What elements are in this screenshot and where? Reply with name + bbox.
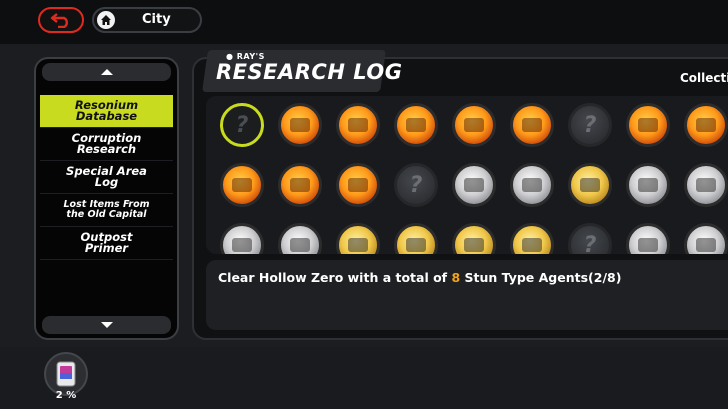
medal-badge[interactable] xyxy=(452,163,496,207)
medal-badge[interactable] xyxy=(278,223,322,254)
sidebar-item-label: Primer xyxy=(84,241,129,255)
medal-badge[interactable] xyxy=(684,223,728,254)
question-mark-icon: ? xyxy=(409,172,423,198)
medal-emblem-icon xyxy=(290,238,310,252)
medal-badge[interactable] xyxy=(220,223,264,254)
medal-emblem-icon xyxy=(290,178,310,192)
home-icon xyxy=(97,11,115,29)
sidebar-item-corruption-research[interactable]: Corruption Research xyxy=(40,128,173,161)
medal-badge[interactable] xyxy=(626,163,670,207)
medal-emblem-icon xyxy=(638,118,658,132)
medal-emblem-icon xyxy=(638,238,658,252)
bottom-strip xyxy=(0,347,728,409)
description-suffix: Stun Type Agents(2/8) xyxy=(460,270,622,285)
medal-badge[interactable] xyxy=(510,223,554,254)
medal-description: Clear Hollow Zero with a total of 8 Stun… xyxy=(218,270,621,285)
medal-emblem-icon xyxy=(696,238,716,252)
medal-badge[interactable] xyxy=(568,163,612,207)
medal-emblem-icon xyxy=(406,118,426,132)
question-mark-icon: ? xyxy=(235,112,249,138)
medal-emblem-icon xyxy=(348,178,368,192)
medal-emblem-icon xyxy=(406,238,426,252)
medal-emblem-icon xyxy=(290,118,310,132)
description-number: 8 xyxy=(451,270,461,285)
medal-badge[interactable] xyxy=(278,163,322,207)
category-menu: Resonium Database Corruption Research Spec… xyxy=(40,95,173,260)
medal-badge[interactable] xyxy=(336,223,380,254)
scroll-up-button[interactable] xyxy=(42,63,171,81)
sidebar-item-resonium-database[interactable]: Resonium Database xyxy=(40,95,173,128)
medal-badge[interactable] xyxy=(394,223,438,254)
medal-badge[interactable] xyxy=(452,223,496,254)
medal-badge[interactable] xyxy=(394,103,438,147)
medal-emblem-icon xyxy=(638,178,658,192)
medal-emblem-icon xyxy=(580,178,600,192)
sidebar-item-label: Log xyxy=(94,175,119,189)
medal-badge[interactable] xyxy=(684,163,728,207)
chevron-down-icon xyxy=(100,322,113,328)
sidebar-item-label: the Old Capital xyxy=(66,209,147,220)
medal-emblem-icon xyxy=(232,238,252,252)
medal-badge[interactable] xyxy=(278,103,322,147)
medal-emblem-icon xyxy=(522,238,542,252)
locked-medal[interactable]: ? xyxy=(568,103,612,147)
medal-badge[interactable] xyxy=(336,103,380,147)
medal-emblem-icon xyxy=(464,238,484,252)
question-mark-icon: ? xyxy=(583,232,597,255)
medal-badge[interactable] xyxy=(452,103,496,147)
medal-emblem-icon xyxy=(696,178,716,192)
question-mark-icon: ? xyxy=(583,112,597,138)
sidebar-item-special-area-log[interactable]: Special Area Log xyxy=(40,161,173,194)
medal-badge[interactable] xyxy=(626,103,670,147)
medal-emblem-icon xyxy=(348,118,368,132)
description-prefix: Clear Hollow Zero with a total of xyxy=(218,270,452,285)
medal-emblem-icon xyxy=(464,118,484,132)
locked-medal[interactable]: ? xyxy=(220,103,264,147)
medal-grid: ???? xyxy=(206,96,728,254)
medal-emblem-icon xyxy=(232,178,252,192)
sidebar-item-lost-items[interactable]: Lost Items From the Old Capital xyxy=(40,194,173,227)
back-arrow-icon xyxy=(50,13,68,28)
location-label: City xyxy=(142,12,171,27)
location-pill[interactable]: City xyxy=(92,7,202,33)
locked-medal[interactable]: ? xyxy=(568,223,612,254)
medal-emblem-icon xyxy=(348,238,368,252)
sidebar-item-label: Research xyxy=(76,142,137,156)
medal-badge[interactable] xyxy=(510,163,554,207)
medal-badge[interactable] xyxy=(220,163,264,207)
category-sidebar: Resonium Database Corruption Research Spec… xyxy=(34,57,179,340)
locked-medal[interactable]: ? xyxy=(394,163,438,207)
sidebar-item-outpost-primer[interactable]: Outpost Primer xyxy=(40,227,173,260)
back-button[interactable] xyxy=(38,7,84,33)
medal-badge[interactable] xyxy=(510,103,554,147)
collection-label: Collection xyxy=(680,71,728,85)
medal-emblem-icon xyxy=(464,178,484,192)
medal-badge[interactable] xyxy=(626,223,670,254)
medal-badge[interactable] xyxy=(684,103,728,147)
page-title: RESEARCH LOG xyxy=(216,60,403,84)
progress-percent: 2 % xyxy=(55,390,77,401)
medal-badge[interactable] xyxy=(336,163,380,207)
scroll-down-button[interactable] xyxy=(42,316,171,334)
medal-emblem-icon xyxy=(696,118,716,132)
sidebar-item-label: Database xyxy=(75,109,138,123)
medal-emblem-icon xyxy=(522,178,542,192)
medal-emblem-icon xyxy=(522,118,542,132)
chevron-up-icon xyxy=(100,69,113,75)
card-icon xyxy=(56,361,76,387)
